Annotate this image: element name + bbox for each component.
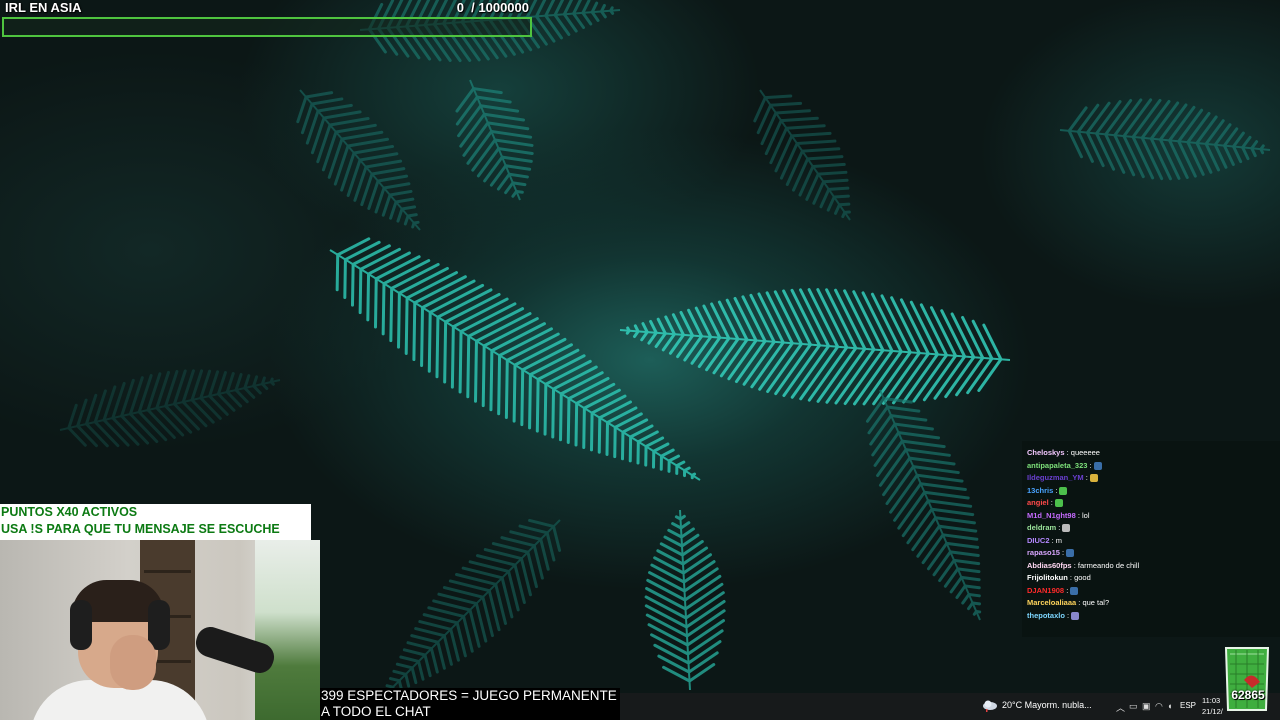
chat-message: Marceloaliaaa : que tal? — [1022, 597, 1280, 610]
chat-text: : — [1056, 523, 1061, 532]
chat-text: : good — [1067, 573, 1091, 582]
banner-line-1: PUNTOS X40 ACTIVOS — [1, 505, 138, 519]
chat-message: deldram : — [1022, 522, 1280, 535]
chat-message: angiel : — [1022, 497, 1280, 510]
chat-emote-icon — [1089, 474, 1098, 483]
chat-message: antipapaleta_323 : — [1022, 460, 1280, 473]
volume-icon[interactable]: ◖ — [1167, 701, 1172, 711]
chat-username: Abdias60fps — [1027, 560, 1072, 570]
viewers-caption: 399 ESPECTADORES = JUEGO PERMANENTE A TO… — [320, 688, 620, 720]
fern-frond — [644, 509, 726, 691]
chat-username: angiel — [1027, 498, 1049, 507]
fern-frond — [296, 89, 421, 231]
webcam-feed — [0, 540, 320, 720]
chat-message: Frijolitokun : good — [1022, 572, 1280, 585]
chat-username: antipapaleta_323 — [1027, 460, 1088, 470]
chat-text: : lol — [1075, 510, 1090, 520]
chat-text: : que tal? — [1076, 598, 1110, 607]
chat-text: : m — [1049, 535, 1063, 545]
clock-date: 21/12/ — [1202, 707, 1223, 716]
window-view — [255, 540, 320, 720]
chat-emote-icon — [1066, 549, 1075, 558]
chat-username: thepotaxlo — [1027, 610, 1065, 620]
chat-message: M1d_N1ght98 : lol — [1022, 510, 1280, 523]
network-icon[interactable]: ▭ — [1129, 701, 1138, 712]
chat-emote-icon — [1054, 499, 1063, 508]
streamer-hand — [110, 635, 156, 690]
chat-text: : — [1087, 460, 1092, 470]
chat-emote-icon — [1059, 486, 1068, 495]
chat-username: DJAN1908 — [1027, 585, 1065, 595]
chat-text: : — [1048, 498, 1053, 507]
fern-frond — [865, 389, 982, 621]
headphones-left — [70, 600, 92, 650]
fern-frond — [753, 89, 851, 221]
fern-frond — [1059, 98, 1271, 181]
chat-text: : — [1064, 585, 1069, 595]
chat-text: : — [1064, 610, 1070, 620]
chat-username: rapaso15 — [1027, 548, 1060, 557]
subgoal-cup-icon — [1224, 647, 1270, 711]
chat-emote-icon — [1071, 611, 1080, 620]
weather-text[interactable]: 20°C Mayorm. nubla... — [1002, 700, 1092, 710]
chat-overlay: Cheloskys : queeeee antipapaleta_323 : Ild… — [1022, 441, 1280, 637]
chat-text: : — [1059, 548, 1065, 557]
chevron-up-icon[interactable]: ︿ — [1116, 701, 1125, 714]
windows-taskbar: 20°C Mayorm. nubla... ︿ ▭ ▣ ◠ ◖ ESP 11:0… — [620, 693, 1280, 720]
chat-username: deldram — [1027, 523, 1057, 532]
fern-frond — [379, 518, 562, 701]
goal-widget: IRL EN ASIA 0 / 1000000 — [0, 0, 532, 38]
wifi-icon[interactable]: ◠ — [1155, 701, 1163, 712]
fern-frond — [329, 237, 701, 481]
chat-text: : queeeee — [1064, 448, 1100, 457]
caption-line-2: A TODO EL CHAT — [321, 704, 431, 719]
chat-text: : — [1053, 485, 1058, 495]
goal-progress-bar — [2, 17, 532, 37]
language-indicator[interactable]: ESP — [1180, 701, 1196, 710]
fern-frond — [619, 288, 1011, 406]
banner-line-2: USA !S PARA QUE TU MENSAJE SE ESCUCHE — [1, 522, 280, 536]
goal-title: IRL EN ASIA — [5, 0, 82, 15]
goal-count: 0 / 1000000 — [456, 0, 529, 15]
taskbar-clock[interactable]: 11:03 21/12/ — [1202, 695, 1223, 717]
fern-frond — [455, 79, 534, 201]
clock-time: 11:03 — [1202, 696, 1221, 705]
cloud-rain-icon[interactable] — [982, 700, 998, 712]
chat-username: 13chris — [1027, 485, 1054, 495]
fern-frond — [59, 369, 281, 448]
chat-emote-icon — [1070, 586, 1079, 595]
points-banner: PUNTOS X40 ACTIVOS USA !S PARA QUE TU ME… — [0, 504, 311, 540]
chat-message: rapaso15 : — [1022, 547, 1280, 560]
caption-line-1: 399 ESPECTADORES = JUEGO PERMANENTE — [321, 688, 617, 703]
chat-username: M1d_N1ght98 — [1027, 510, 1076, 520]
chat-emote-icon — [1093, 461, 1102, 470]
chat-username: Cheloskys — [1027, 448, 1065, 457]
chat-message: thepotaxlo : — [1022, 610, 1280, 623]
display-icon[interactable]: ▣ — [1142, 701, 1151, 712]
chat-username: Frijolitokun — [1027, 573, 1068, 582]
subgoal-count: 62865 — [1231, 688, 1265, 702]
chat-username: Marceloaliaaa — [1027, 598, 1077, 607]
chat-message: Cheloskys : queeeee — [1022, 447, 1280, 460]
chat-text: : farmeando de chill — [1071, 560, 1140, 570]
chat-message: 13chris : — [1022, 485, 1280, 498]
chat-username: DIUC2 — [1027, 535, 1050, 545]
chat-message: DJAN1908 : — [1022, 585, 1280, 598]
chat-message: DIUC2 : m — [1022, 535, 1280, 548]
chat-message: Abdias60fps : farmeando de chill — [1022, 560, 1280, 573]
chat-username: Ildeguzman_YM — [1027, 473, 1084, 482]
chat-message: Ildeguzman_YM : — [1022, 472, 1280, 485]
chat-text: : — [1083, 473, 1088, 482]
chat-emote-icon — [1062, 524, 1071, 533]
